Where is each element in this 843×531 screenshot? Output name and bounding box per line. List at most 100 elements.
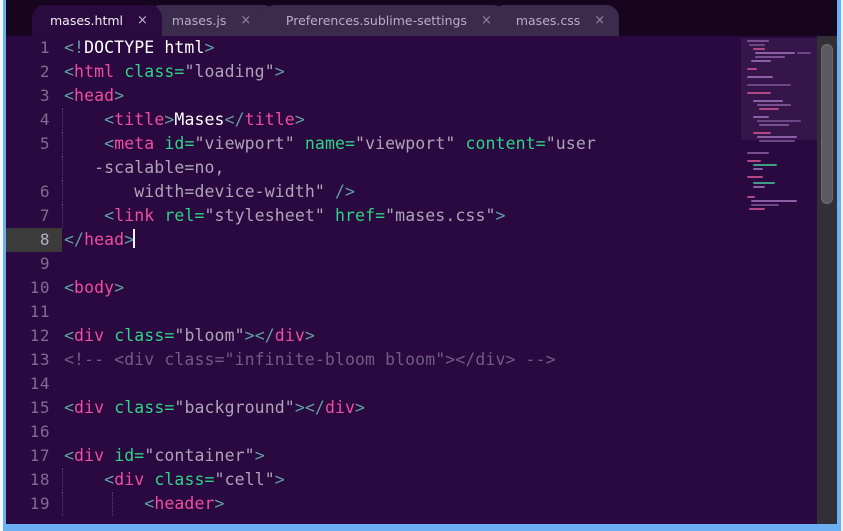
code-line-text[interactable]: <title>Mases</title> bbox=[62, 108, 741, 132]
code-line[interactable]: 2 <html class="loading"> bbox=[6, 60, 741, 84]
code-line-text[interactable]: <div class="background"></div> bbox=[62, 396, 741, 420]
code-line[interactable]: 1 <!DOCTYPE html> bbox=[6, 36, 741, 60]
code-line[interactable]: 12 <div class="bloom"></div> bbox=[6, 324, 741, 348]
code-line-text[interactable]: <head> bbox=[62, 84, 741, 108]
code-line-text[interactable]: <!DOCTYPE html> bbox=[62, 36, 741, 60]
minimap-code-line bbox=[759, 124, 789, 126]
token-punct: <! bbox=[64, 38, 85, 57]
token-tag: div bbox=[114, 470, 145, 489]
code-line[interactable]: 11 bbox=[6, 300, 741, 324]
vertical-scrollbar-thumb[interactable] bbox=[821, 44, 833, 204]
vertical-scrollbar-track[interactable] bbox=[817, 36, 837, 524]
code-line-text[interactable]: <link rel="stylesheet" href="mases.css"> bbox=[62, 204, 741, 228]
code-line-text[interactable]: </head> bbox=[62, 228, 741, 252]
token-attribute: id= bbox=[114, 446, 145, 465]
code-line[interactable]: 14 bbox=[6, 372, 741, 396]
tab-mases-js[interactable]: mases.js × bbox=[147, 5, 276, 36]
code-line-wrap[interactable]: -scalable=no, bbox=[6, 156, 741, 180]
code-line-text[interactable]: <html class="loading"> bbox=[62, 60, 741, 84]
token-tag: head bbox=[74, 86, 115, 105]
code-line-text[interactable]: <body> bbox=[62, 276, 741, 300]
indent-guide bbox=[62, 156, 64, 180]
tab-label: mases.html bbox=[50, 13, 123, 28]
token-tag: title bbox=[114, 110, 165, 129]
close-icon[interactable]: × bbox=[594, 14, 605, 27]
token-attribute: class= bbox=[114, 326, 175, 345]
token-tag: div bbox=[274, 326, 305, 345]
minimap-code-line bbox=[753, 116, 769, 118]
code-line-text[interactable]: -scalable=no, bbox=[62, 156, 741, 180]
code-line-current[interactable]: 8 </head> bbox=[6, 228, 741, 252]
token-punct: < bbox=[64, 86, 75, 105]
minimap-code-line bbox=[749, 208, 765, 210]
code-line[interactable]: 9 bbox=[6, 252, 741, 276]
code-line[interactable]: 17 <div id="container"> bbox=[6, 444, 741, 468]
code-line[interactable]: 19 <header> bbox=[6, 492, 741, 516]
minimap-code-line bbox=[747, 68, 757, 70]
minimap-code-line bbox=[757, 120, 801, 122]
code-editor[interactable]: 1 <!DOCTYPE html> 2 <html class="loading… bbox=[6, 36, 741, 524]
token-string: "user bbox=[545, 134, 596, 153]
token-text: Mases bbox=[174, 110, 225, 129]
line-number: 16 bbox=[29, 422, 50, 441]
minimap-code-line bbox=[747, 160, 761, 162]
code-line[interactable]: 10 <body> bbox=[6, 276, 741, 300]
code-line-text[interactable]: <div class="cell"> bbox=[62, 468, 741, 492]
line-number: 17 bbox=[29, 446, 50, 465]
token-punct: > bbox=[114, 86, 125, 105]
code-line[interactable]: 7 <link rel="stylesheet" href="mases.css… bbox=[6, 204, 741, 228]
indent-guide bbox=[62, 468, 64, 492]
code-line[interactable]: 6 width=device-width" /> bbox=[6, 180, 741, 204]
minimap-code-line bbox=[747, 84, 791, 86]
code-line-text[interactable]: <div class="bloom"></div> bbox=[62, 324, 741, 348]
minimap-code-line bbox=[755, 56, 785, 58]
indent-guide bbox=[62, 132, 64, 156]
line-number: 2 bbox=[39, 62, 50, 81]
line-number: 14 bbox=[29, 374, 50, 393]
token-attribute: href= bbox=[334, 206, 386, 225]
token-string: "stylesheet" bbox=[204, 206, 325, 225]
minimap-code-line bbox=[751, 204, 779, 206]
token-tag: title bbox=[244, 110, 295, 129]
token-punct: > bbox=[495, 206, 506, 225]
token-punct: </ bbox=[304, 398, 325, 417]
minimap-code-line bbox=[747, 76, 773, 78]
close-icon[interactable]: × bbox=[481, 14, 492, 27]
token-punct: < bbox=[64, 326, 75, 345]
token-tag: div bbox=[74, 398, 105, 417]
code-line-text[interactable]: <div id="container"> bbox=[62, 444, 741, 468]
close-icon[interactable]: × bbox=[137, 14, 148, 27]
minimap-code-line bbox=[753, 164, 777, 166]
token-punct: > bbox=[254, 446, 265, 465]
token-string: "cell" bbox=[214, 470, 275, 489]
code-line[interactable]: 16 bbox=[6, 420, 741, 444]
token-tag: link bbox=[114, 206, 155, 225]
code-line-text[interactable]: <header> bbox=[62, 492, 741, 516]
close-icon[interactable]: × bbox=[240, 14, 251, 27]
code-line-text[interactable]: width=device-width" /> bbox=[62, 180, 741, 204]
code-line-text[interactable]: <!-- <div class="infinite-bloom bloom"><… bbox=[62, 348, 741, 372]
code-line[interactable]: 5 <meta id="viewport" name="viewport" co… bbox=[6, 132, 741, 156]
token-string: -scalable=no, bbox=[94, 158, 225, 177]
code-line[interactable]: 15 <div class="background"></div> bbox=[6, 396, 741, 420]
code-line-text[interactable]: <meta id="viewport" name="viewport" cont… bbox=[62, 132, 741, 156]
tab-mases-html[interactable]: mases.html × bbox=[32, 5, 162, 36]
indent-guide bbox=[62, 492, 64, 516]
text-cursor bbox=[133, 229, 135, 248]
minimap[interactable] bbox=[741, 36, 817, 524]
minimap-code-line bbox=[757, 136, 797, 138]
code-line[interactable]: 18 <div class="cell"> bbox=[6, 468, 741, 492]
code-line[interactable]: 13 <!-- <div class="infinite-bloom bloom… bbox=[6, 348, 741, 372]
line-number: 1 bbox=[39, 38, 50, 57]
token-tag: head bbox=[84, 230, 125, 249]
tab-mases-css[interactable]: mases.css × bbox=[491, 5, 620, 36]
tab-preferences-sublime-settings[interactable]: Preferences.sublime-settings × bbox=[261, 5, 506, 36]
code-line[interactable]: 4 <title>Mases</title> bbox=[6, 108, 741, 132]
code-line[interactable]: 3 <head> bbox=[6, 84, 741, 108]
line-number: 12 bbox=[29, 326, 50, 345]
